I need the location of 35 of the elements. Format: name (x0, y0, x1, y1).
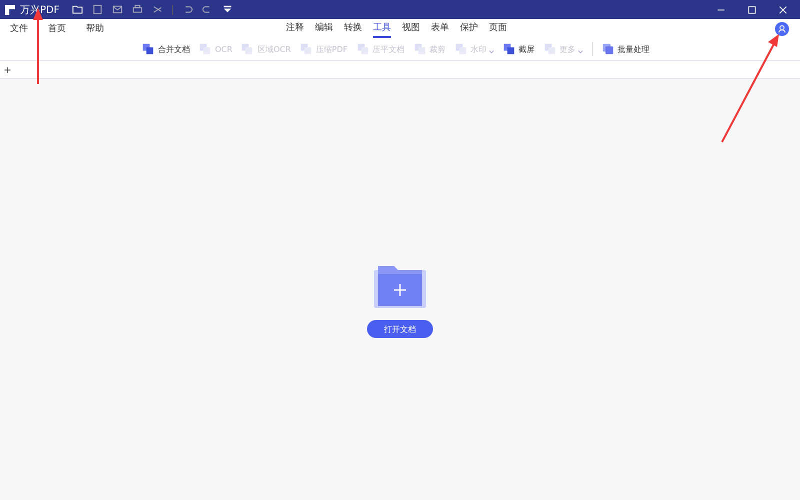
ribbon-tab[interactable]: 保护 (460, 19, 478, 38)
ribbon-tab[interactable]: 视图 (402, 19, 420, 38)
app-logo-icon (5, 4, 15, 14)
user-avatar-icon[interactable] (775, 22, 789, 36)
squares-icon (356, 43, 368, 55)
menu-item[interactable]: 文件 (10, 20, 28, 37)
open-document-button[interactable]: 打开文档 (367, 320, 433, 338)
squares-icon (414, 43, 426, 55)
squares-icon (199, 43, 211, 55)
menu-item[interactable]: 首页 (48, 20, 66, 37)
toolbar-button[interactable]: 截屏 (502, 43, 534, 55)
folder-icon[interactable] (72, 4, 84, 15)
new-tab-button[interactable]: + (0, 62, 16, 76)
ribbon-tab[interactable]: 注释 (286, 19, 304, 38)
close-icon[interactable] (778, 4, 788, 14)
menu-item[interactable]: 帮助 (86, 20, 104, 37)
squares-icon (544, 43, 556, 55)
ribbon-tab[interactable]: 转换 (344, 19, 362, 38)
squares-icon (502, 43, 514, 55)
scissors-icon[interactable] (152, 4, 164, 15)
print-icon[interactable] (132, 4, 144, 15)
squares-icon (300, 43, 312, 55)
toolbar-button[interactable]: 合并文档 (142, 43, 190, 55)
mail-icon[interactable] (112, 4, 124, 15)
squares-icon (454, 43, 466, 55)
ribbon-tab[interactable]: 编辑 (315, 19, 333, 38)
squares-icon (142, 43, 154, 55)
dropdown-icon[interactable] (222, 4, 234, 15)
save-icon[interactable] (92, 4, 104, 15)
ribbon-tab[interactable]: 页面 (489, 19, 507, 38)
stacked-squares-icon (602, 43, 614, 55)
maximize-icon[interactable] (747, 4, 757, 14)
batch-process-button[interactable]: 批量处理 (602, 43, 650, 55)
ribbon-tab[interactable]: 表单 (431, 19, 449, 38)
squares-icon (241, 43, 254, 55)
